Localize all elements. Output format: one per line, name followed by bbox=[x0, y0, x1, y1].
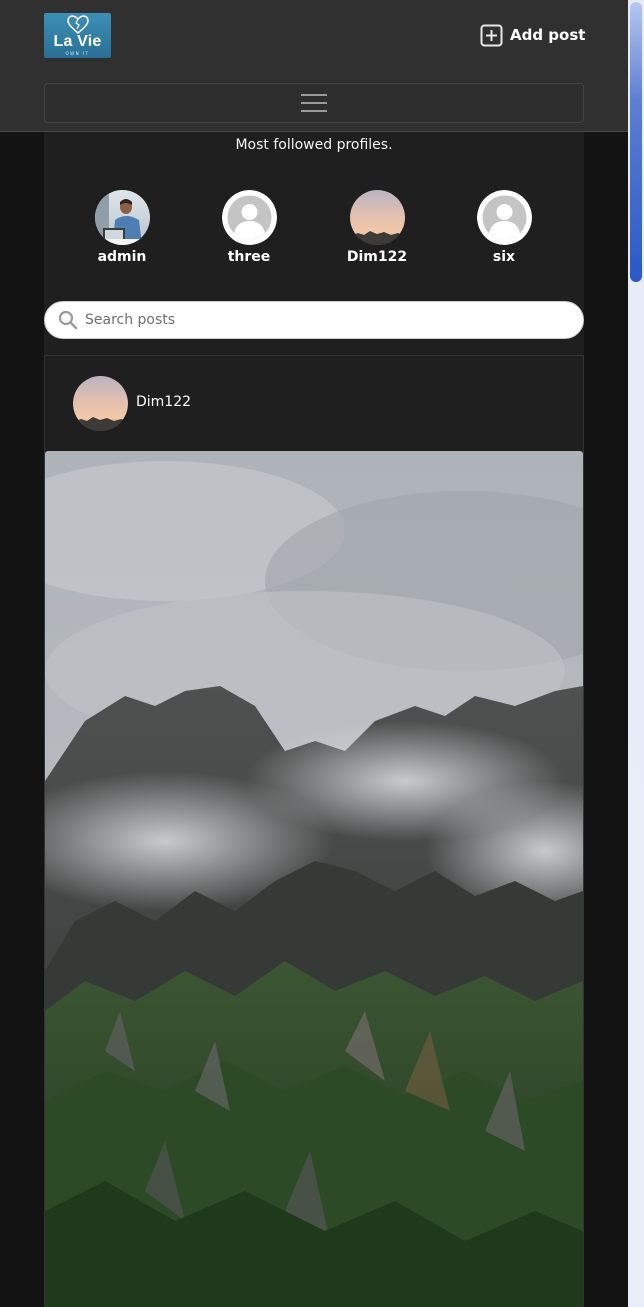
navbar-toggle-button[interactable] bbox=[44, 83, 584, 123]
search-bar[interactable] bbox=[44, 301, 584, 339]
page-scrollbar[interactable] bbox=[628, 0, 644, 1307]
logo-text: La Vie bbox=[53, 33, 102, 50]
post-author-name[interactable]: Dim122 bbox=[136, 394, 191, 410]
author-avatar[interactable] bbox=[73, 376, 128, 431]
profile-name: Dim122 bbox=[346, 249, 408, 265]
followed-profiles-title: Most followed profiles. bbox=[235, 137, 393, 153]
search-icon bbox=[58, 310, 78, 330]
search-input[interactable] bbox=[85, 302, 565, 338]
default-user-icon[interactable] bbox=[476, 190, 532, 245]
navbar: La Vie OWN IT Add post bbox=[0, 0, 628, 132]
add-post-label: Add post bbox=[510, 26, 586, 44]
avatar[interactable] bbox=[349, 190, 405, 245]
profile-six[interactable]: six bbox=[449, 190, 559, 265]
brand-logo[interactable]: La Vie OWN IT bbox=[44, 13, 111, 58]
profile-three[interactable]: three bbox=[194, 190, 304, 265]
post-header: Dim122 bbox=[45, 356, 583, 452]
plus-square-icon bbox=[480, 24, 503, 46]
broken-heart-icon bbox=[67, 15, 89, 34]
profile-name: admin bbox=[97, 249, 147, 265]
hamburger-menu-icon bbox=[301, 94, 327, 112]
post-image[interactable] bbox=[45, 451, 583, 1307]
profile-dim122[interactable]: Dim122 bbox=[322, 190, 432, 265]
default-user-icon[interactable] bbox=[221, 190, 277, 245]
profile-name: six bbox=[492, 249, 516, 265]
scrollbar-thumb[interactable] bbox=[630, 2, 642, 282]
profile-name: three bbox=[227, 249, 271, 265]
main-content: Most followed profiles. admin three Dim1… bbox=[44, 132, 584, 1307]
logo-tagline: OWN IT bbox=[65, 51, 90, 56]
avatar[interactable] bbox=[94, 190, 150, 245]
add-post-button[interactable]: Add post bbox=[480, 23, 585, 47]
profile-admin[interactable]: admin bbox=[67, 190, 177, 265]
post-card: Dim122 bbox=[44, 355, 584, 1307]
